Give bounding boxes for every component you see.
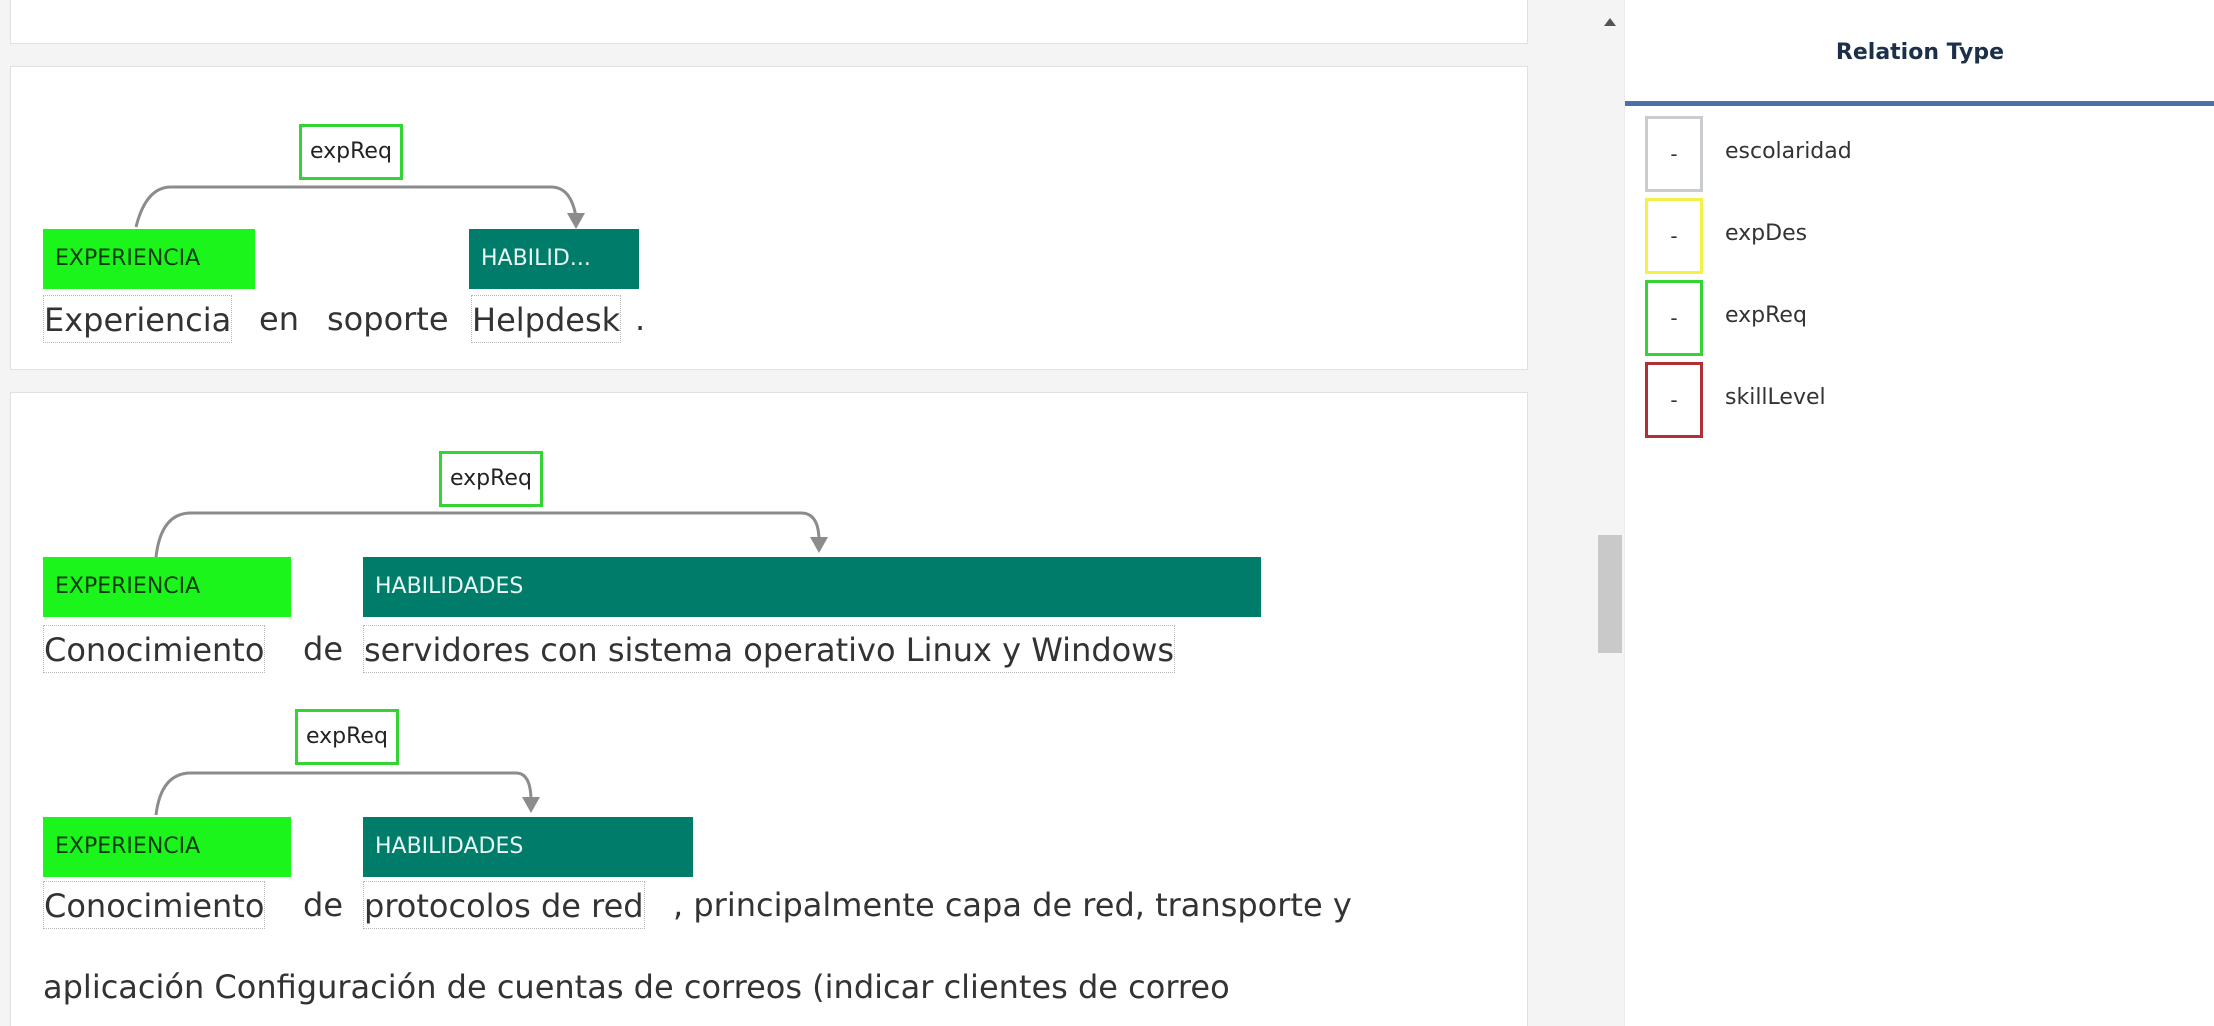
token-span[interactable]: Helpdesk [471,295,622,343]
continuation-text[interactable]: aplicación Configuración de cuentas de c… [43,963,1230,1011]
token-span[interactable]: Conocimiento [43,881,266,929]
scroll-up-arrow-icon[interactable] [1604,18,1616,26]
token-span[interactable]: protocolos de red [363,881,645,929]
entity-tag-habilidades[interactable]: HABILIDADES [363,557,1261,617]
relation-type-label: expReq [1725,303,1807,328]
relation-type-label: expDes [1725,221,1808,246]
token[interactable]: de [303,625,343,673]
relation-arc [134,185,585,229]
relation-type-label: skillLevel [1725,385,1826,410]
panel-title-underline [1625,101,2214,106]
token-span[interactable]: Conocimiento [43,625,266,673]
relation-type-expDes[interactable]: - expDes [1635,198,2195,274]
entity-tag-experiencia[interactable]: EXPERIENCIA [43,817,291,877]
token[interactable]: de [303,881,343,929]
token[interactable]: , principalmente capa de red, transporte… [673,881,1352,929]
sentence-card-2: expReq EXPERIENCIA HABILIDADES Conocimie… [10,392,1528,1026]
entity-tag-habilidades[interactable]: HABILIDADES [363,817,693,877]
relation-type-swatch[interactable]: - [1645,198,1703,274]
relation-type-escolaridad[interactable]: - escolaridad [1635,116,2195,192]
entity-tag-habilidades[interactable]: HABILID... [469,229,639,289]
vertical-scrollbar[interactable] [1596,0,1624,1026]
relation-arc [154,511,828,816]
relation-type-expReq[interactable]: - expReq [1635,280,2195,356]
token[interactable]: soporte [327,295,449,343]
sentence-card-partial [10,0,1528,44]
relation-label-expReq[interactable]: expReq [439,451,543,507]
token[interactable]: . [635,295,645,343]
relation-label-expReq[interactable]: expReq [295,709,399,765]
relation-type-swatch[interactable]: - [1645,362,1703,438]
token-span[interactable]: Experiencia [43,295,233,343]
panel-title: Relation Type [1835,40,2005,65]
relation-type-label: escolaridad [1725,139,1852,164]
relation-type-panel: Relation Type - escolaridad - expDes - e… [1624,0,2214,1026]
annotation-canvas: expReq EXPERIENCIA HABILID... Experienci… [0,0,1596,1026]
relation-label-expReq[interactable]: expReq [299,124,403,180]
entity-tag-experiencia[interactable]: EXPERIENCIA [43,557,291,617]
token-span[interactable]: servidores con sistema operativo Linux y… [363,625,1176,673]
relation-type-swatch[interactable]: - [1645,116,1703,192]
scroll-thumb[interactable] [1598,535,1622,653]
relation-type-swatch[interactable]: - [1645,280,1703,356]
sentence-card-1: expReq EXPERIENCIA HABILID... Experienci… [10,66,1528,370]
token[interactable]: en [259,295,299,343]
entity-tag-experiencia[interactable]: EXPERIENCIA [43,229,255,289]
relation-type-skillLevel[interactable]: - skillLevel [1635,362,2195,438]
